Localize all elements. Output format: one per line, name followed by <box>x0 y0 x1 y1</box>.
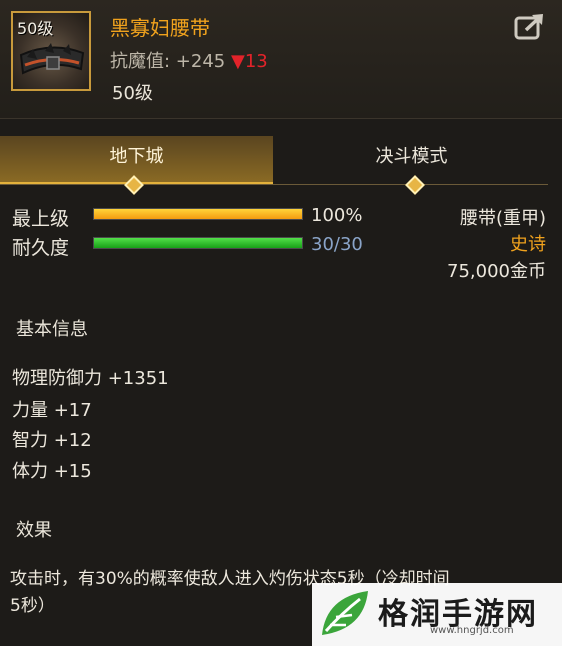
grade-value: 100% <box>311 205 363 226</box>
item-price: 75,000金币 <box>447 261 546 282</box>
effect-title: 效果 <box>16 520 52 541</box>
share-button[interactable] <box>513 11 547 41</box>
attribute-physical-defense: 物理防御力 +1351 <box>12 368 169 389</box>
mode-tabs: 地下城 决斗模式 <box>0 136 548 185</box>
attribute-intelligence: 智力 +12 <box>12 430 92 451</box>
item-header: 50级 黑寡妇腰带 抗魔值: +245 ▼13 50级 <box>0 0 562 119</box>
item-name: 黑寡妇腰带 <box>110 16 210 40</box>
leaf-logo-icon <box>322 591 368 635</box>
magic-resist: 抗魔值: +245 ▼13 <box>110 47 268 73</box>
tab-duel-mode[interactable]: 决斗模式 <box>275 136 548 182</box>
item-rarity: 史诗 <box>510 234 546 255</box>
durability-bar-fill <box>94 238 302 248</box>
durability-value: 30/30 <box>311 234 363 255</box>
resist-decrease-value: 13 <box>244 51 268 72</box>
item-type: 腰带(重甲) <box>459 208 546 229</box>
watermark-url: www.hngrjd.com <box>430 625 514 636</box>
grade-bar-fill <box>94 209 302 219</box>
belt-icon <box>19 43 85 75</box>
attribute-vitality: 体力 +15 <box>12 461 92 482</box>
grade-label: 最上级 <box>12 208 70 230</box>
durability-label: 耐久度 <box>12 237 70 259</box>
magic-resist-label: 抗魔值: +245 <box>110 51 226 72</box>
required-level: 50级 <box>112 83 153 104</box>
grade-bar <box>93 208 303 220</box>
site-watermark: 格润手游网 www.hngrjd.com <box>312 583 562 646</box>
resist-decrease: ▼13 <box>230 51 268 72</box>
attribute-strength: 力量 +17 <box>12 400 92 421</box>
basic-info-title: 基本信息 <box>16 319 88 340</box>
share-icon <box>514 14 543 40</box>
durability-bar <box>93 237 303 249</box>
item-icon[interactable]: 50级 <box>11 11 91 91</box>
